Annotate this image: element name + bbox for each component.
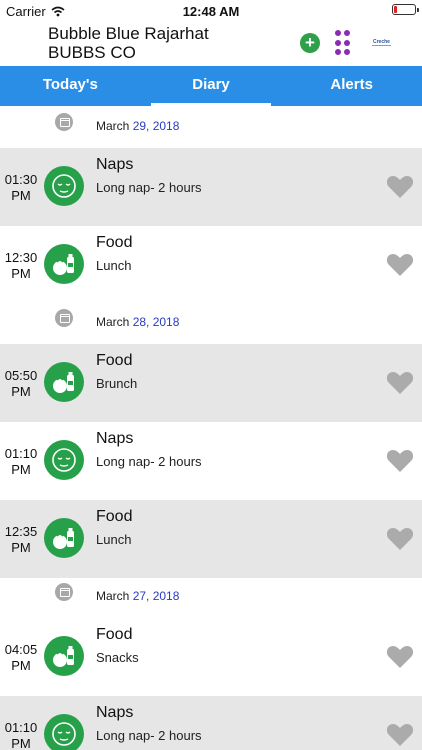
entry-time: 01:10 PM xyxy=(0,446,42,478)
tab-alerts[interactable]: Alerts xyxy=(281,66,422,106)
entry-title: Food xyxy=(96,234,133,251)
entry-time-ampm: PM xyxy=(11,188,31,203)
food-icon xyxy=(44,636,84,676)
entry-time-hhmm: 05:50 xyxy=(4,368,38,383)
entry-subtitle: Long nap- 2 hours xyxy=(96,728,202,743)
tab-todays[interactable]: Today's xyxy=(0,66,141,106)
tab-diary[interactable]: Diary xyxy=(141,66,282,106)
entry-time-hhmm: 01:10 xyxy=(4,720,38,735)
date-label: March 27, 2018 xyxy=(96,589,179,603)
diary-entry[interactable]: 01:10 PM Naps Long nap- 2 hours xyxy=(0,696,422,750)
sleep-face-icon xyxy=(44,166,84,206)
entry-time-hhmm: 12:35 xyxy=(4,524,38,539)
entry-title: Naps xyxy=(96,704,134,721)
entry-time: 01:30 PM xyxy=(0,172,42,204)
heart-icon[interactable] xyxy=(386,175,414,199)
entry-title: Food xyxy=(96,508,133,525)
heart-icon[interactable] xyxy=(386,449,414,473)
entry-subtitle: Lunch xyxy=(96,258,132,273)
entry-subtitle: Brunch xyxy=(96,376,138,391)
entry-title: Naps xyxy=(96,156,134,173)
food-icon xyxy=(44,244,84,284)
battery-icon xyxy=(392,4,419,15)
entry-time: 12:35 PM xyxy=(0,524,42,556)
entry-title: Food xyxy=(96,352,133,369)
entry-time-hhmm: 04:05 xyxy=(4,642,38,657)
entry-time-ampm: PM xyxy=(11,384,31,399)
calendar-icon xyxy=(55,309,73,327)
date-label: March 29, 2018 xyxy=(96,119,179,133)
diary-entry[interactable]: 01:10 PM Naps Long nap- 2 hours xyxy=(0,422,422,500)
entry-time-ampm: PM xyxy=(11,736,31,750)
entry-time-ampm: PM xyxy=(11,658,31,673)
sleep-face-icon xyxy=(44,440,84,480)
date-day: 27, 2018 xyxy=(132,589,180,603)
food-icon xyxy=(44,518,84,558)
diary-entry[interactable]: 05:50 PM Food Brunch xyxy=(0,344,422,422)
entry-time-ampm: PM xyxy=(11,540,31,555)
date-month: March xyxy=(96,119,130,133)
app-header: Bubble Blue Rajarhat BUBBS CO + Creche xyxy=(0,22,422,66)
calendar-icon xyxy=(55,113,73,131)
diary-entry[interactable]: 12:30 PM Food Lunch xyxy=(0,226,422,304)
add-icon[interactable]: + xyxy=(300,33,320,53)
school-logo: Creche xyxy=(372,39,391,46)
calendar-icon xyxy=(55,583,73,601)
heart-icon[interactable] xyxy=(386,371,414,395)
entry-subtitle: Lunch xyxy=(96,532,132,547)
entry-time-hhmm: 01:10 xyxy=(4,446,38,461)
heart-icon[interactable] xyxy=(386,645,414,669)
entry-time: 04:05 PM xyxy=(0,642,42,674)
sleep-face-icon xyxy=(44,714,84,750)
status-bar: Carrier 12:48 AM xyxy=(0,0,422,22)
entry-time: 05:50 PM xyxy=(0,368,42,400)
entry-title: Naps xyxy=(96,430,134,447)
date-header: March 27, 2018 xyxy=(0,578,422,618)
entry-time: 01:10 PM xyxy=(0,720,42,750)
date-label: March 28, 2018 xyxy=(96,315,179,329)
date-header: March 29, 2018 xyxy=(0,108,422,148)
date-day: 29, 2018 xyxy=(132,119,180,133)
heart-icon[interactable] xyxy=(386,253,414,277)
diary-entry[interactable]: 12:35 PM Food Lunch xyxy=(0,500,422,578)
tab-bar: Today's Diary Alerts xyxy=(0,66,422,106)
entry-time-hhmm: 01:30 xyxy=(4,172,38,187)
date-day: 28, 2018 xyxy=(132,315,180,329)
heart-icon[interactable] xyxy=(386,527,414,551)
date-month: March xyxy=(96,315,130,329)
entry-subtitle: Snacks xyxy=(96,650,139,665)
diary-timeline[interactable]: March 29, 2018 01:30 PM Naps Long nap- 2 hou… xyxy=(0,108,422,750)
food-icon xyxy=(44,362,84,402)
entry-subtitle: Long nap- 2 hours xyxy=(96,180,202,195)
date-header: March 28, 2018 xyxy=(0,304,422,344)
date-month: March xyxy=(96,589,130,603)
diary-entry[interactable]: 04:05 PM Food Snacks xyxy=(0,618,422,696)
entry-time: 12:30 PM xyxy=(0,250,42,282)
entry-subtitle: Long nap- 2 hours xyxy=(96,454,202,469)
diary-entry[interactable]: 01:30 PM Naps Long nap- 2 hours xyxy=(0,148,422,226)
apps-grid-icon[interactable] xyxy=(335,30,353,56)
school-name: Bubble Blue Rajarhat BUBBS CO xyxy=(48,24,209,62)
entry-time-ampm: PM xyxy=(11,462,31,477)
entry-title: Food xyxy=(96,626,133,643)
entry-time-hhmm: 12:30 xyxy=(4,250,38,265)
clock: 12:48 AM xyxy=(182,4,240,19)
heart-icon[interactable] xyxy=(386,723,414,747)
entry-time-ampm: PM xyxy=(11,266,31,281)
